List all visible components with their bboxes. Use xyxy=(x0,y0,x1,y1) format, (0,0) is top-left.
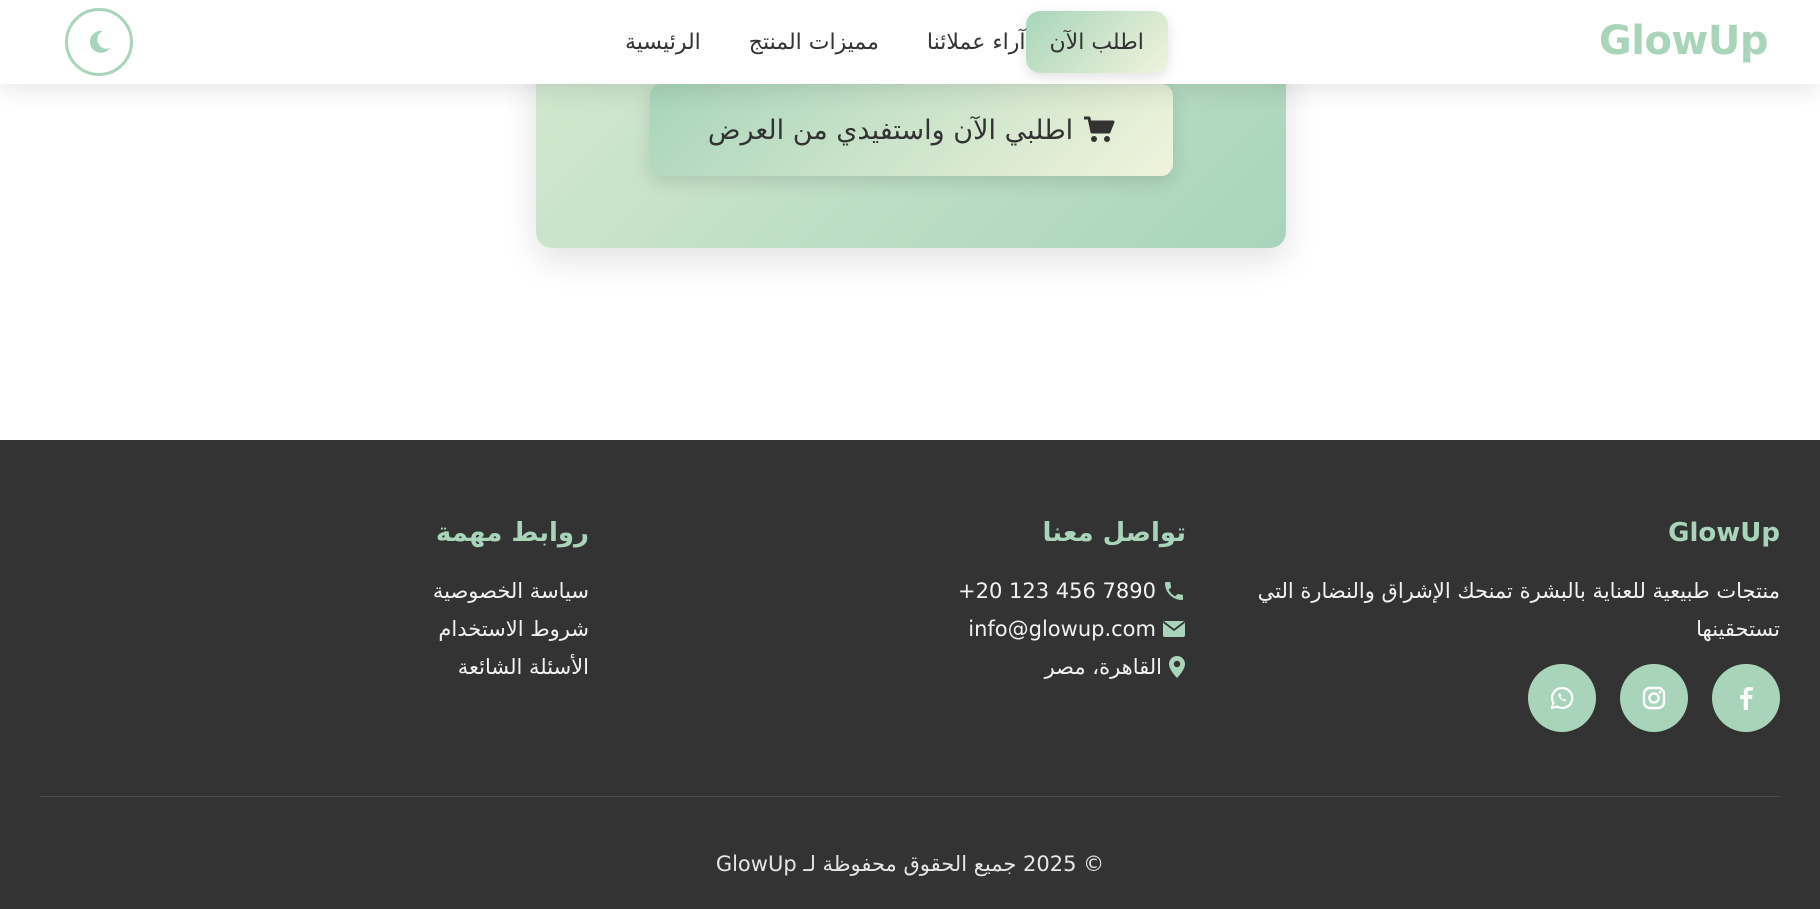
nav-link-home[interactable]: الرئيسية xyxy=(625,30,701,55)
whatsapp-button[interactable] xyxy=(1528,664,1596,732)
nav-link-reviews[interactable]: آراء عملائنا xyxy=(927,30,1026,55)
instagram-icon xyxy=(1642,686,1666,710)
phone-icon xyxy=(1165,582,1183,600)
facebook-icon xyxy=(1740,687,1753,710)
site-footer: GlowUp منتجات طبيعية للعناية بالبشرة تمن… xyxy=(0,440,1820,909)
contact-phone[interactable]: +20 123 456 7890 xyxy=(826,572,1186,610)
offer-order-button[interactable]: اطلبي الآن واستفيدي من العرض xyxy=(650,84,1173,176)
facebook-button[interactable] xyxy=(1712,664,1780,732)
main-nav: الرئيسية مميزات المنتج آراء عملائنا اطلب… xyxy=(577,11,1168,73)
brand-logo[interactable]: GlowUp xyxy=(1599,18,1769,64)
site-header: GlowUp الرئيسية مميزات المنتج آراء عملائ… xyxy=(0,0,1820,84)
theme-toggle-button[interactable] xyxy=(65,8,133,76)
contact-email[interactable]: info@glowup.com xyxy=(826,610,1186,648)
nav-link-features[interactable]: مميزات المنتج xyxy=(749,30,879,55)
footer-brand-title: GlowUp xyxy=(1668,518,1780,548)
envelope-icon xyxy=(1162,621,1186,637)
footer-divider xyxy=(40,796,1780,797)
footer-about: GlowUp منتجات طبيعية للعناية بالبشرة تمن… xyxy=(1240,518,1780,732)
footer-contact-title: تواصل معنا xyxy=(1042,518,1186,548)
instagram-button[interactable] xyxy=(1620,664,1688,732)
nav-order-button[interactable]: اطلب الآن xyxy=(1025,11,1168,73)
contact-address-text: القاهرة، مصر xyxy=(1044,655,1162,679)
social-links xyxy=(1240,664,1780,732)
cart-icon xyxy=(1084,116,1115,142)
contact-phone-text: +20 123 456 7890 xyxy=(958,579,1156,603)
footer-links-title: روابط مهمة xyxy=(435,518,589,548)
footer-contact: تواصل معنا +20 123 456 7890 info@glowup.… xyxy=(826,518,1186,686)
link-privacy-policy[interactable]: سياسة الخصوصية xyxy=(229,572,589,610)
contact-address: القاهرة، مصر xyxy=(826,648,1186,686)
offer-button-label: اطلبي الآن واستفيدي من العرض xyxy=(707,114,1074,146)
link-faq[interactable]: الأسئلة الشائعة xyxy=(229,648,589,686)
link-terms-of-use[interactable]: شروط الاستخدام xyxy=(229,610,589,648)
footer-links: روابط مهمة سياسة الخصوصية شروط الاستخدام… xyxy=(229,518,589,686)
copyright-text: © 2025 جميع الحقوق محفوظة لـ GlowUp xyxy=(715,852,1105,876)
moon-icon xyxy=(89,30,110,53)
contact-email-text: info@glowup.com xyxy=(968,617,1156,641)
map-marker-icon xyxy=(1169,656,1185,678)
whatsapp-icon xyxy=(1550,686,1574,710)
footer-about-text: منتجات طبيعية للعناية بالبشرة تمنحك الإش… xyxy=(1257,579,1780,641)
